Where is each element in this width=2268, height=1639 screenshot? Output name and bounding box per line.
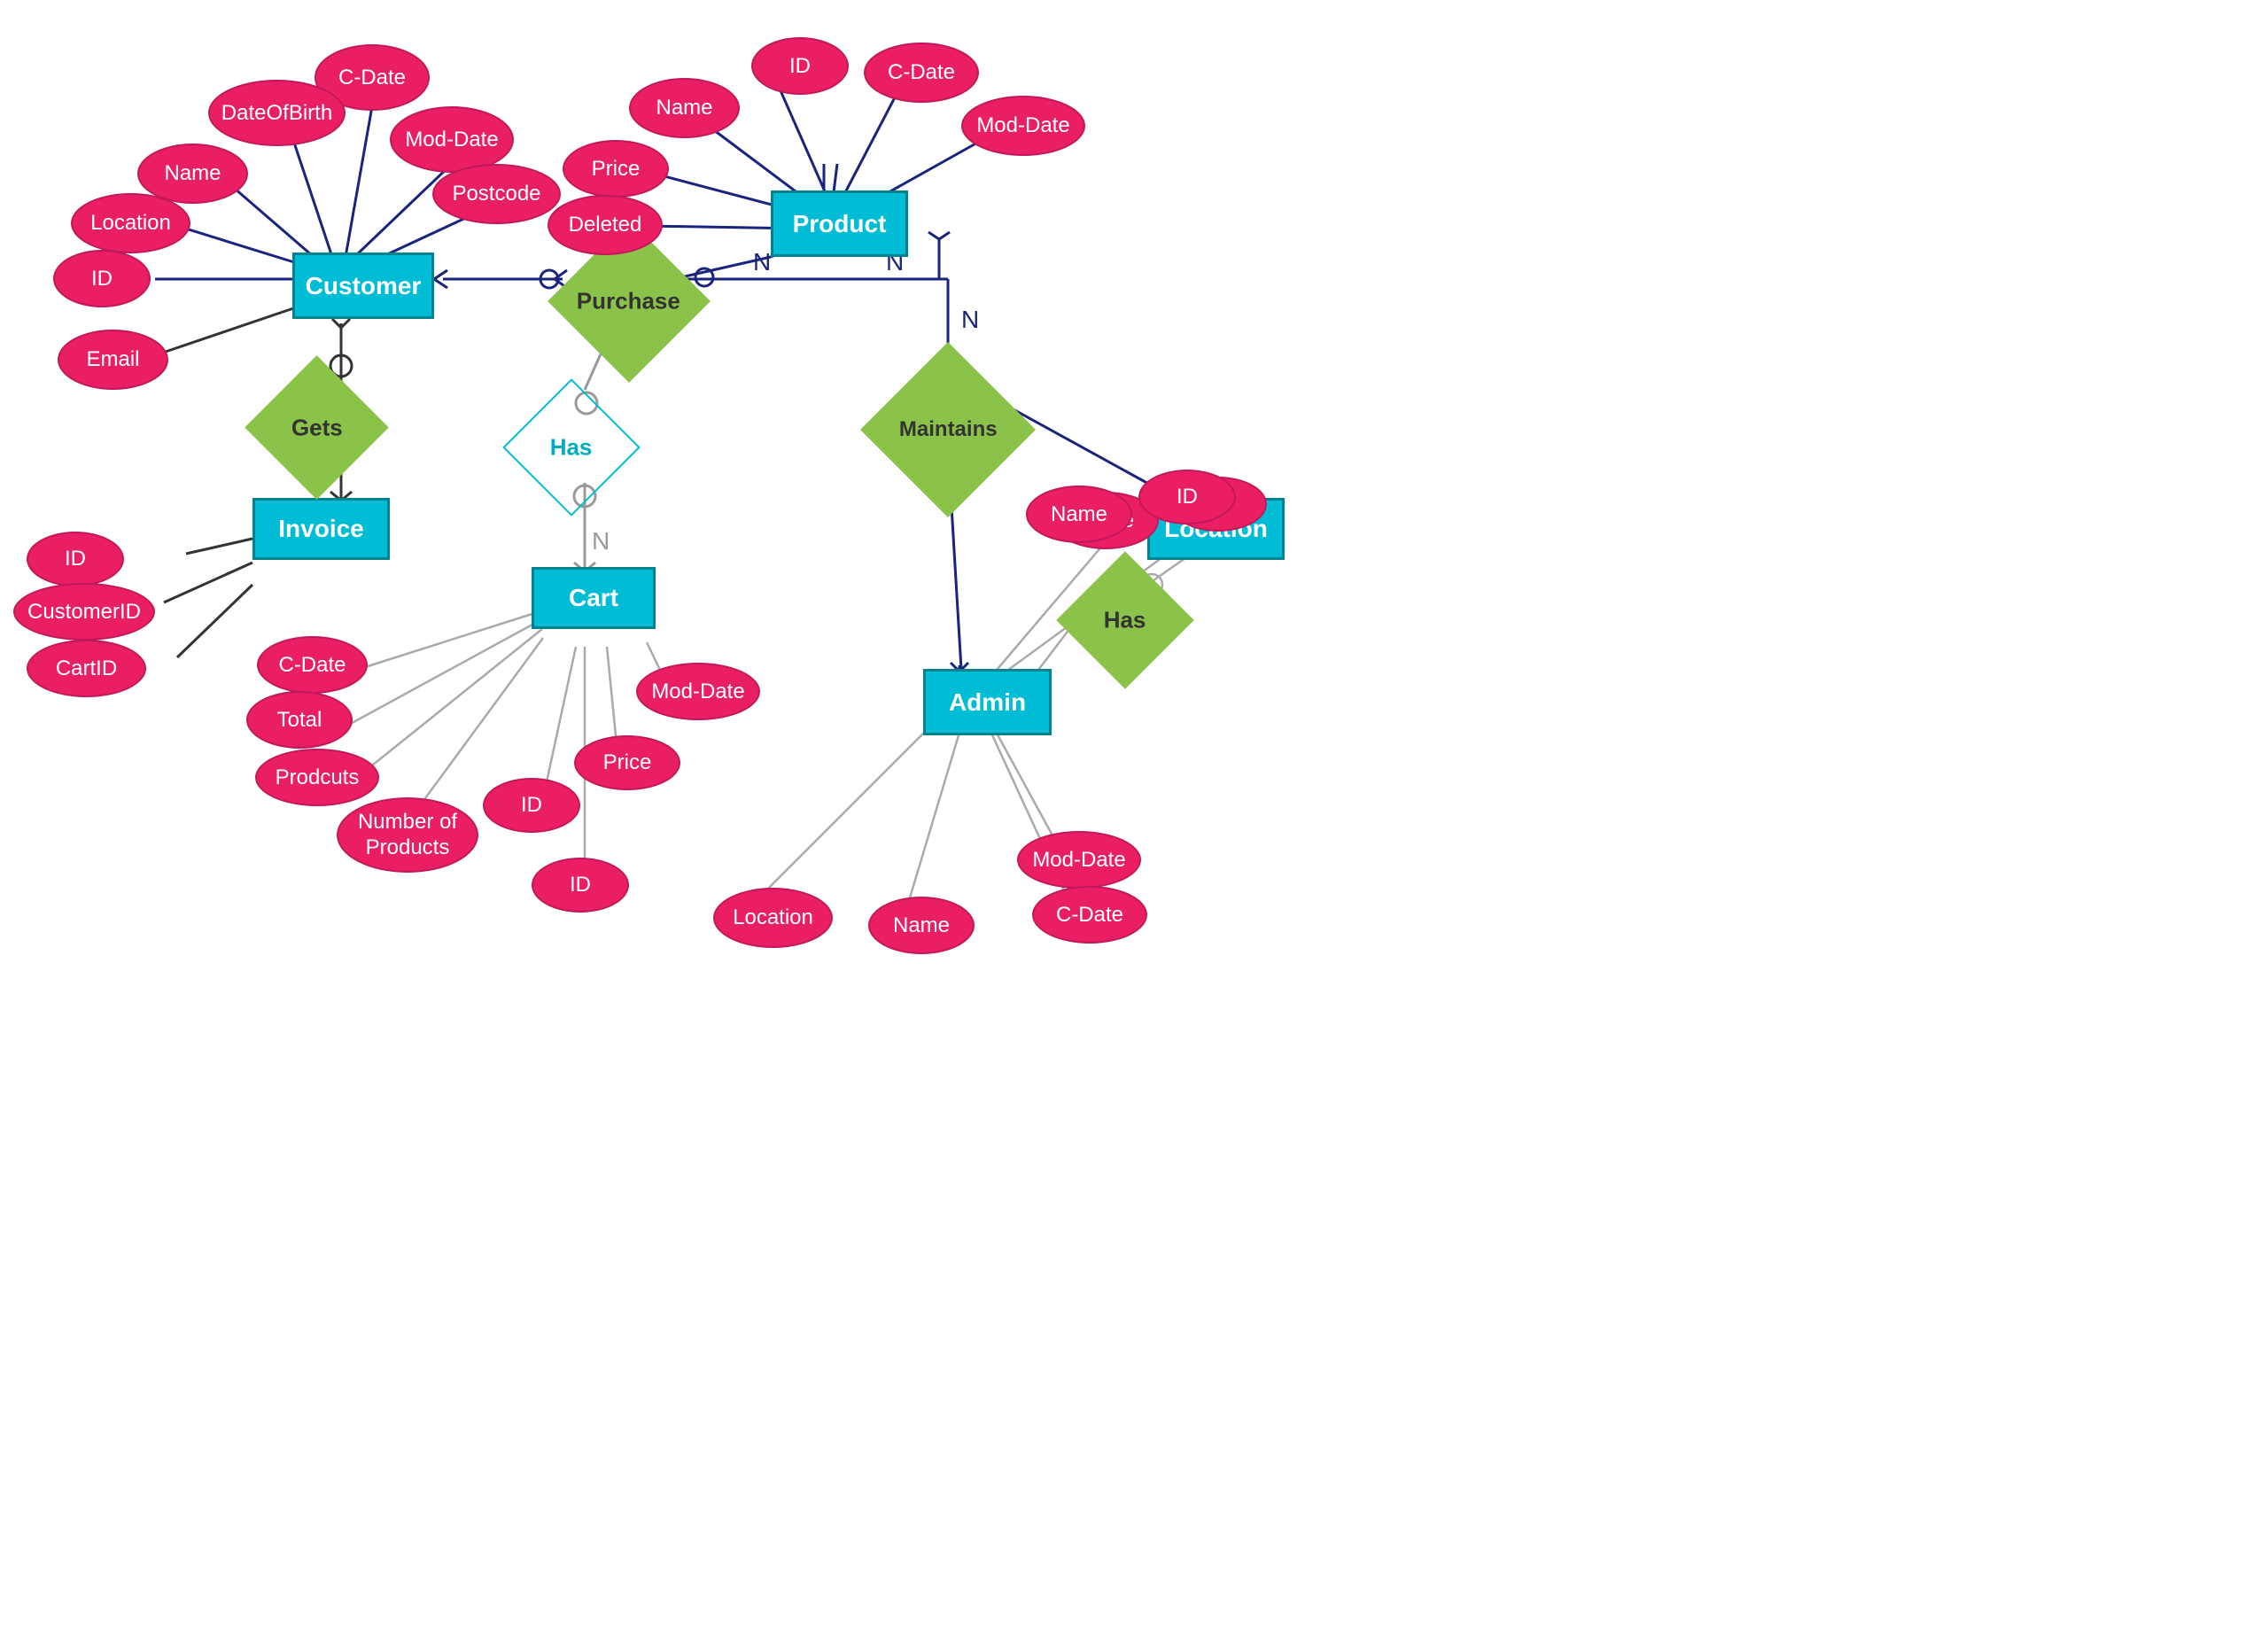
svg-text:N: N — [592, 527, 610, 555]
attr-cart-numproducts: Number of Products — [337, 797, 478, 873]
attr-cart-total: Total — [246, 691, 353, 749]
relationship-gets: Gets — [266, 377, 368, 478]
attr-invoice-id: ID — [27, 532, 124, 586]
relationship-has-location: Has — [1076, 571, 1174, 669]
attr-cart-moddate: Mod-Date — [636, 663, 760, 720]
attr-product-name: Name — [629, 78, 740, 138]
entity-customer: Customer — [292, 252, 434, 319]
attr-invoice-cartid: CartID — [27, 640, 146, 697]
entity-invoice: Invoice — [252, 498, 390, 560]
attr-admin-name: Name — [868, 897, 975, 954]
entity-cart: Cart — [532, 567, 656, 629]
relationship-purchase: Purchase — [571, 244, 687, 359]
attr-product-id: ID — [751, 37, 849, 95]
entity-product: Product — [771, 190, 908, 257]
attr-cart-prodcuts: Prodcuts — [255, 749, 379, 806]
attr-product-moddate: Mod-Date — [961, 96, 1085, 156]
svg-text:N: N — [753, 248, 771, 276]
relationship-maintains: Maintains — [886, 368, 1010, 492]
attr-admin-moddate: Mod-Date — [1017, 831, 1141, 889]
attr-cart-price: Price — [574, 735, 680, 790]
attr-customer-postcode: Postcode — [432, 164, 561, 224]
entity-admin: Admin — [923, 669, 1052, 735]
attr-customer-moddate: Mod-Date — [390, 106, 514, 173]
attr-customer-id: ID — [53, 250, 151, 307]
attr-product-price: Price — [563, 140, 669, 198]
attr-customer-email: Email — [58, 330, 168, 390]
attr-location-id: ID — [1138, 470, 1236, 524]
attr-customer-location: Location — [71, 193, 190, 253]
attr-cart-id2: ID — [532, 858, 629, 913]
attr-admin-cdate: C-Date — [1032, 886, 1147, 944]
attr-product-cdate: C-Date — [864, 43, 979, 103]
attr-cart-cdate: C-Date — [257, 636, 368, 694]
attr-invoice-customerid: CustomerID — [13, 583, 155, 641]
attr-location-name: Name — [1026, 485, 1132, 543]
attr-product-deleted: Deleted — [548, 195, 663, 255]
relationship-has-cart: Has — [523, 399, 620, 496]
attr-cart-id: ID — [483, 778, 580, 833]
attr-admin-location: Location — [713, 888, 833, 948]
svg-text:N: N — [961, 306, 979, 333]
attr-customer-dateofbirth: DateOfBirth — [208, 80, 346, 146]
